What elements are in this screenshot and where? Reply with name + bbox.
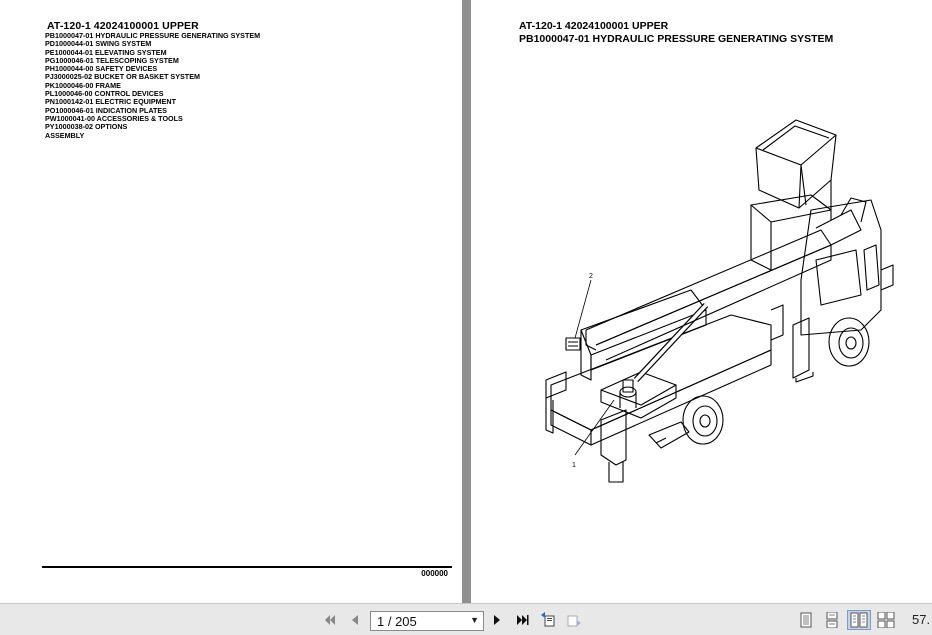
- left-page: AT-120-1 42024100001 UPPER PB1000047-01 …: [0, 0, 462, 603]
- truck-aerial-lift-drawing: 1 2: [545, 119, 894, 483]
- zoom-level[interactable]: 57.: [912, 612, 930, 627]
- next-view-icon[interactable]: [564, 610, 584, 630]
- page-gutter: [462, 0, 471, 603]
- first-page-icon[interactable]: [320, 610, 340, 630]
- callout-1: 1: [572, 462, 576, 469]
- title-line-1: AT-120-1 42024100001 UPPER: [519, 20, 669, 32]
- next-page-icon[interactable]: [487, 610, 507, 630]
- footer-divider: [42, 566, 452, 568]
- single-page-icon[interactable]: [796, 610, 816, 630]
- right-page: AT-120-1 42024100001 UPPER PB1000047-01 …: [471, 0, 932, 603]
- facing-pages-icon[interactable]: [847, 610, 871, 630]
- toc-item[interactable]: ASSEMBLY: [45, 131, 260, 140]
- callout-2: 2: [589, 273, 593, 280]
- viewer-toolbar: 1 / 205 ▼ 57.: [0, 603, 932, 635]
- last-page-icon[interactable]: [512, 610, 532, 630]
- page-title: AT-120-1 42024100001 UPPER PB1000047-01 …: [519, 20, 833, 45]
- footer-code: 000000: [421, 569, 448, 578]
- chevron-down-icon[interactable]: ▼: [470, 615, 479, 625]
- title-line-2: PB1000047-01 HYDRAULIC PRESSURE GENERATI…: [519, 32, 834, 45]
- document-viewer[interactable]: AT-120-1 42024100001 UPPER PB1000047-01 …: [0, 0, 932, 603]
- table-of-contents: PB1000047-01 HYDRAULIC PRESSURE GENERATI…: [45, 31, 260, 140]
- page-number-input[interactable]: 1 / 205 ▼: [370, 611, 484, 631]
- previous-view-icon[interactable]: [538, 610, 558, 630]
- page-indicator: 1 / 205: [377, 613, 417, 629]
- continuous-facing-icon[interactable]: [876, 610, 896, 630]
- continuous-icon[interactable]: [822, 610, 842, 630]
- previous-page-icon[interactable]: [345, 610, 365, 630]
